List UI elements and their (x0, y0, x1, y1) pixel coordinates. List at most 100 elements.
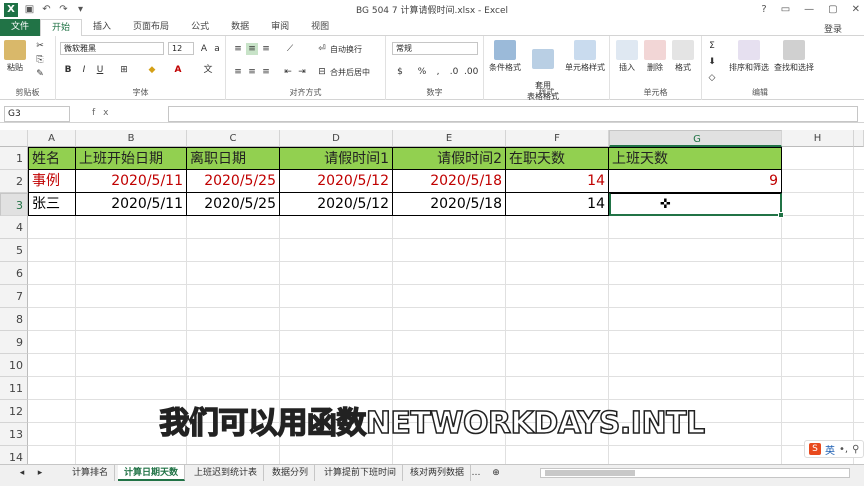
more-sheets-icon[interactable]: … (470, 467, 482, 479)
sort-filter-button[interactable]: 排序和筛选 (728, 40, 770, 73)
row-header-11[interactable]: 11 (0, 377, 28, 400)
cell-b2[interactable]: 2020/5/11 (76, 170, 187, 193)
cut-icon[interactable]: ✂ (34, 40, 46, 52)
cell-b1[interactable]: 上班开始日期 (76, 147, 187, 170)
row-header-8[interactable]: 8 (0, 308, 28, 331)
row-header-10[interactable]: 10 (0, 354, 28, 377)
col-header-g[interactable]: G (609, 130, 782, 147)
row-header-7[interactable]: 7 (0, 285, 28, 308)
sheet-tab-date-days[interactable]: 计算日期天数 (118, 465, 186, 481)
tab-insert[interactable]: 插入 (82, 19, 122, 36)
login-link[interactable]: 登录 (824, 22, 842, 35)
next-sheet-icon[interactable]: ▸ (34, 467, 46, 479)
tab-file[interactable]: 文件 (0, 18, 41, 36)
cell-b3[interactable]: 2020/5/11 (76, 193, 187, 216)
row-header-5[interactable]: 5 (0, 239, 28, 262)
cell-g3-selected[interactable] (609, 193, 782, 216)
align-top-icon[interactable]: ≡ (232, 43, 244, 55)
col-header-d[interactable]: D (280, 130, 393, 147)
increase-decimal-icon[interactable]: .0 (448, 66, 460, 78)
col-header-b[interactable]: B (76, 130, 187, 147)
row-header-6[interactable]: 6 (0, 262, 28, 285)
redo-icon[interactable]: ↷ (58, 4, 69, 15)
align-bottom-icon[interactable]: ≡ (260, 43, 272, 55)
fill-handle[interactable] (778, 212, 784, 218)
add-sheet-icon[interactable]: ⊕ (490, 467, 502, 479)
name-box[interactable]: G3 (4, 106, 70, 122)
number-format-select[interactable]: 常规 (392, 42, 478, 55)
orientation-icon[interactable]: ⟋ (284, 43, 296, 55)
cell-a3[interactable]: 张三 (28, 193, 76, 216)
fx-icon[interactable]: fx (92, 108, 117, 118)
col-header-h[interactable]: H (782, 130, 854, 147)
align-middle-icon[interactable]: ≡ (246, 43, 258, 55)
comma-icon[interactable]: , (432, 66, 444, 78)
cell-a1[interactable]: 姓名 (28, 147, 76, 170)
wrap-text-button[interactable]: 自动换行 (330, 44, 362, 55)
copy-icon[interactable]: ⎘ (34, 54, 46, 66)
formula-input[interactable] (168, 106, 858, 122)
tab-view[interactable]: 视图 (300, 19, 340, 36)
align-center-icon[interactable]: ≡ (246, 66, 258, 78)
col-header-f[interactable]: F (506, 130, 609, 147)
tab-page-layout[interactable]: 页面布局 (122, 19, 180, 36)
font-color-icon[interactable]: A (172, 64, 184, 76)
cell-styles-button[interactable]: 单元格样式 (562, 40, 608, 73)
conditional-format-button[interactable]: 条件格式 (486, 40, 524, 73)
increase-indent-icon[interactable]: ⇥ (296, 66, 308, 78)
sheet-tab-compare[interactable]: 核对两列数据 (404, 465, 472, 481)
tab-formulas[interactable]: 公式 (180, 19, 220, 36)
col-header-a[interactable]: A (28, 130, 76, 147)
col-header-c[interactable]: C (187, 130, 280, 147)
cell-e3[interactable]: 2020/5/18 (393, 193, 506, 216)
format-cells-button[interactable]: 格式 (670, 40, 696, 73)
fill-color-icon[interactable]: ◆ (146, 64, 158, 76)
format-painter-icon[interactable]: ✎ (34, 68, 46, 80)
increase-font-icon[interactable]: A (198, 43, 210, 55)
paste-button[interactable]: 粘贴 (4, 40, 26, 73)
undo-icon[interactable]: ↶ (41, 4, 52, 15)
row-header-9[interactable]: 9 (0, 331, 28, 354)
col-header-e[interactable]: E (393, 130, 506, 147)
merge-center-icon[interactable]: ⊟ (316, 66, 328, 78)
select-all-corner[interactable] (0, 130, 28, 147)
save-icon[interactable]: ▣ (24, 4, 35, 15)
row-header-4[interactable]: 4 (0, 216, 28, 239)
accounting-icon[interactable]: $ (394, 66, 406, 78)
tab-data[interactable]: 数据 (220, 19, 260, 36)
cell-f1[interactable]: 在职天数 (506, 147, 609, 170)
customize-icon[interactable]: ▾ (75, 4, 86, 15)
cell-c1[interactable]: 离职日期 (187, 147, 280, 170)
prev-sheet-icon[interactable]: ◂ (16, 467, 28, 479)
decrease-indent-icon[interactable]: ⇤ (282, 66, 294, 78)
scrollbar-thumb[interactable] (545, 470, 635, 476)
clear-icon[interactable]: ◇ (706, 72, 718, 84)
decrease-font-icon[interactable]: a (211, 43, 223, 55)
cell-e2[interactable]: 2020/5/18 (393, 170, 506, 193)
sheet-tab-early-leave[interactable]: 计算提前下班时间 (318, 465, 404, 481)
sheet-tab-rank[interactable]: 计算排名 (66, 465, 116, 481)
underline-icon[interactable]: U (94, 64, 106, 76)
cell-c2[interactable]: 2020/5/25 (187, 170, 280, 193)
row-header-1[interactable]: 1 (0, 147, 28, 170)
row-header-2[interactable]: 2 (0, 170, 28, 193)
font-size-select[interactable]: 12 (168, 42, 194, 55)
row-header-3[interactable]: 3 (0, 193, 28, 216)
sheet-tab-split[interactable]: 数据分列 (266, 465, 316, 481)
align-left-icon[interactable]: ≡ (232, 66, 244, 78)
cell-d1[interactable]: 请假时间1 (280, 147, 393, 170)
phonetic-icon[interactable]: 文 (202, 64, 214, 76)
cell-d2[interactable]: 2020/5/12 (280, 170, 393, 193)
cell-c3[interactable]: 2020/5/25 (187, 193, 280, 216)
horizontal-scrollbar[interactable] (540, 468, 850, 478)
ime-toolbar[interactable]: S 英 •, ⚲ (804, 440, 864, 458)
bold-icon[interactable]: B (62, 64, 74, 76)
ribbon-display-icon[interactable]: ▭ (781, 4, 790, 15)
wrap-text-icon[interactable]: ⏎ (316, 43, 328, 55)
restore-icon[interactable]: ▢ (828, 4, 837, 15)
italic-icon[interactable]: I (78, 64, 90, 76)
percent-icon[interactable]: % (416, 66, 428, 78)
align-right-icon[interactable]: ≡ (260, 66, 272, 78)
cell-f2[interactable]: 14 (506, 170, 609, 193)
sheet-tab-late[interactable]: 上班迟到统计表 (188, 465, 265, 481)
